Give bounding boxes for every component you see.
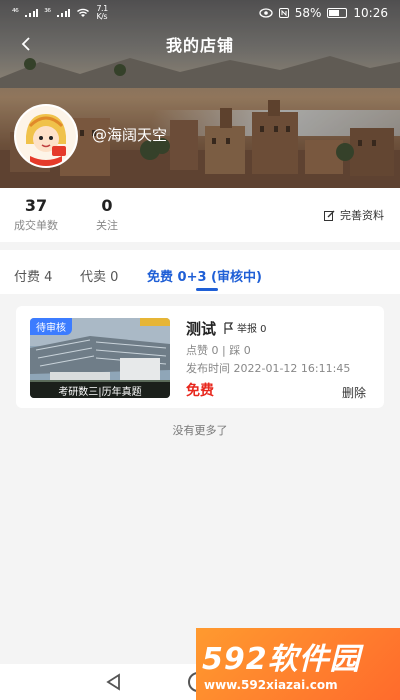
wifi-icon bbox=[77, 8, 90, 17]
avatar-illustration bbox=[16, 106, 76, 166]
title-bar: 我的店铺 bbox=[0, 26, 400, 62]
nfc-icon bbox=[278, 8, 289, 18]
delete-button[interactable]: 删除 bbox=[342, 384, 366, 401]
report-label: 举报 0 bbox=[237, 324, 267, 335]
signal-bars-icon bbox=[25, 9, 39, 17]
back-button[interactable] bbox=[14, 32, 38, 56]
network-speed: 7.1 K/s bbox=[96, 4, 108, 21]
watermark-brand: 592软件园 bbox=[202, 642, 361, 677]
item-thumbnail[interactable]: 待审核 考研数三|历年真题 bbox=[30, 318, 170, 398]
chevron-left-icon bbox=[21, 37, 30, 51]
stat-deals-value: 37 bbox=[24, 196, 48, 215]
shop-username: @海阔天空 bbox=[92, 126, 168, 144]
edit-profile-button[interactable]: 完善资料 bbox=[324, 207, 384, 223]
stat-follow[interactable]: 0 关注 bbox=[96, 196, 118, 233]
signal-indicator-1: ⁴⁶ bbox=[12, 8, 19, 18]
nav-back-icon[interactable] bbox=[104, 672, 124, 692]
item-publish-time: 发布时间 2022-01-12 16:11:45 bbox=[186, 362, 351, 375]
site-watermark: 592软件园 www.592xiazai.com bbox=[196, 628, 400, 700]
list-item[interactable]: 待审核 考研数三|历年真题 测试 举报 0 点赞 0 | 踩 0 发布时间 20… bbox=[16, 306, 384, 408]
tab-free[interactable]: 免费 0+3 (审核中) bbox=[147, 266, 262, 285]
shop-tabs: 付费 4 代卖 0 免费 0+3 (审核中) bbox=[0, 242, 400, 294]
stat-deals-label: 成交单数 bbox=[14, 219, 58, 232]
eye-icon bbox=[259, 8, 273, 18]
tab-consign[interactable]: 代卖 0 bbox=[80, 266, 118, 285]
item-list: 待审核 考研数三|历年真题 测试 举报 0 点赞 0 | 踩 0 发布时间 20… bbox=[0, 294, 400, 630]
avatar[interactable] bbox=[14, 104, 78, 168]
signal-bars-icon-2 bbox=[57, 9, 71, 17]
item-title: 测试 bbox=[186, 320, 217, 338]
report-button[interactable]: 举报 0 bbox=[224, 320, 267, 335]
clock-time: 10:26 bbox=[353, 6, 388, 20]
edit-icon bbox=[324, 210, 335, 221]
active-tab-indicator bbox=[196, 288, 218, 291]
stat-follow-value: 0 bbox=[101, 196, 113, 215]
tab-paid[interactable]: 付费 4 bbox=[14, 266, 52, 285]
battery-percent: 58% bbox=[294, 6, 322, 20]
edit-profile-label: 完善资料 bbox=[340, 209, 384, 222]
stat-follow-label: 关注 bbox=[96, 219, 118, 232]
signal-indicator-2: ³⁶ bbox=[44, 8, 51, 18]
pending-review-badge: 待审核 bbox=[30, 318, 72, 335]
status-bar: ⁴⁶ ³⁶ 7.1 K/s 58% 10:26 bbox=[0, 0, 400, 26]
no-more-text: 没有更多了 bbox=[172, 424, 228, 437]
item-likes: 点赞 0 | 踩 0 bbox=[186, 344, 251, 357]
item-price: 免费 bbox=[186, 383, 214, 399]
battery-icon bbox=[327, 8, 348, 18]
shop-stats: 37 成交单数 0 关注 完善资料 bbox=[0, 188, 400, 242]
flag-icon bbox=[224, 321, 234, 334]
stat-deals[interactable]: 37 成交单数 bbox=[14, 196, 58, 233]
watermark-url: www.592xiazai.com bbox=[204, 678, 338, 692]
page-title: 我的店铺 bbox=[165, 36, 234, 55]
thumbnail-caption: 考研数三|历年真题 bbox=[30, 382, 170, 398]
